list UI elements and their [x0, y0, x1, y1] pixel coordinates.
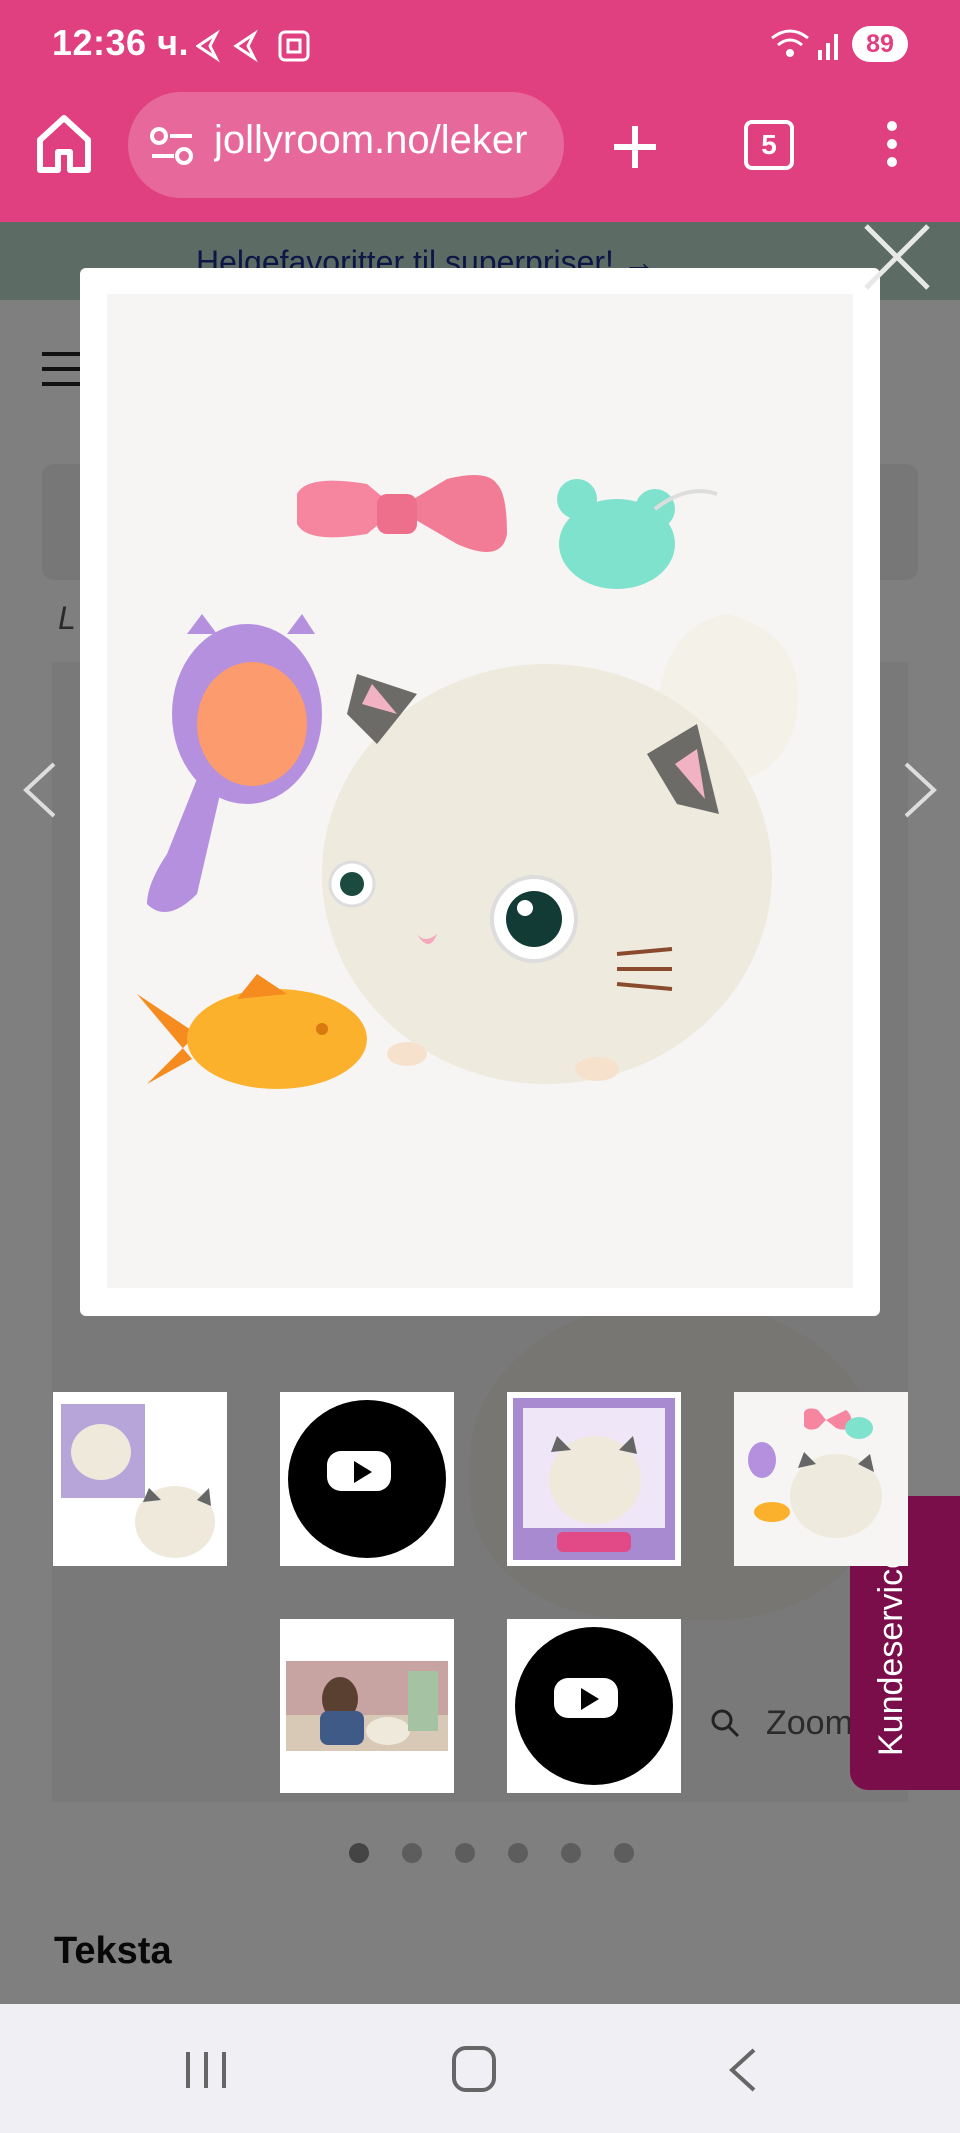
home-icon[interactable]: [36, 112, 92, 174]
bow-accessory: [297, 475, 507, 552]
thumb-child-playing: [286, 1661, 448, 1751]
thumbnail-2-video[interactable]: [280, 1392, 454, 1566]
thumbnail-5[interactable]: [280, 1619, 454, 1793]
more-options-icon[interactable]: [884, 120, 900, 168]
thumb-box-front: [513, 1398, 675, 1560]
battery-indicator: 89: [852, 26, 908, 62]
close-icon[interactable]: [862, 222, 932, 292]
status-time: 12:36 ч.: [52, 22, 189, 63]
brush-accessory: [147, 614, 322, 912]
thumbnail-3[interactable]: [507, 1392, 681, 1566]
chevron-left-icon[interactable]: [22, 760, 58, 820]
thumbnail-1[interactable]: [53, 1392, 227, 1566]
url-text: jollyroom.no/leker: [214, 118, 528, 162]
thumbnail-4[interactable]: [734, 1392, 908, 1566]
address-bar[interactable]: jollyroom.no/leker: [128, 92, 564, 198]
lightbox-image: [107, 294, 853, 1288]
wifi-signal-icons: [771, 29, 838, 60]
play-triangle: [354, 1461, 372, 1483]
thumb-box-and-cat: [61, 1404, 215, 1558]
thumb-cat-accessories: [734, 1392, 908, 1566]
cat-toy-illustration: [137, 475, 799, 1089]
site-settings-icon[interactable]: [150, 126, 194, 166]
tab-switcher-button[interactable]: 5: [744, 120, 794, 170]
recent-apps-icon[interactable]: [184, 2050, 228, 2090]
fish-accessory: [137, 974, 367, 1089]
play-triangle: [581, 1688, 599, 1710]
thumbnail-6-video[interactable]: [507, 1619, 681, 1793]
mouse-accessory: [557, 479, 718, 589]
back-icon[interactable]: [728, 2048, 758, 2092]
cat-plush: [322, 614, 799, 1084]
notification-icons: [196, 29, 310, 63]
home-button-icon[interactable]: [452, 2046, 496, 2092]
customer-service-label: Kundeservice: [872, 1549, 910, 1756]
chevron-right-icon[interactable]: [902, 760, 938, 820]
new-tab-icon[interactable]: [612, 124, 658, 170]
